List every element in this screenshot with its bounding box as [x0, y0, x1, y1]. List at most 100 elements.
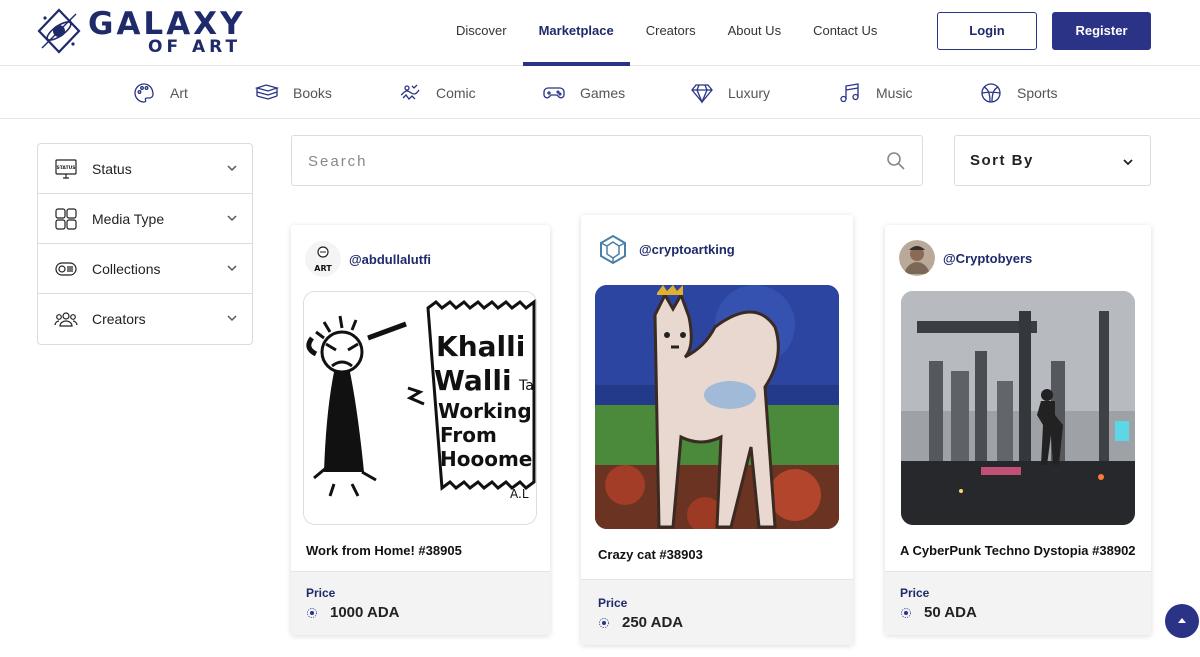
status-icon: STATUS — [55, 158, 77, 179]
cardano-icon — [599, 617, 609, 628]
creator-handle: @abdullalutfi — [349, 251, 432, 267]
category-games[interactable]: Games — [542, 67, 625, 119]
art-text-line: From — [440, 423, 497, 447]
svg-text:STATUS: STATUS — [56, 165, 75, 171]
art-text-line: Hooome — [440, 447, 532, 471]
creator-handle: @Cryptobyers — [943, 250, 1033, 266]
avatar — [899, 240, 935, 276]
login-button[interactable]: Login — [937, 12, 1037, 50]
card-creator[interactable]: ART @abdullalutfi — [305, 241, 431, 277]
search-box — [291, 135, 923, 186]
price-label: Price — [900, 586, 930, 600]
creator-handle: @cryptoartking — [639, 241, 735, 257]
avatar-art-label: ART — [314, 264, 332, 273]
filter-label: Status — [92, 160, 132, 177]
category-label: Art — [170, 85, 188, 101]
register-button[interactable]: Register — [1052, 12, 1151, 50]
gamepad-icon — [543, 87, 565, 99]
filter-status[interactable]: STATUS Status — [38, 144, 252, 194]
diamond-icon — [691, 84, 713, 104]
card-title[interactable]: Crazy cat #38903 — [598, 547, 703, 562]
top-header: GALAXY OF ART Discover Marketplace Creat… — [0, 0, 1200, 66]
card-creator[interactable]: @Cryptobyers — [899, 240, 1032, 276]
nft-card[interactable]: ART @abdullalutfi Khalli Walli Ta Workin… — [291, 225, 550, 635]
books-icon — [255, 84, 279, 100]
collection-icon — [55, 261, 77, 276]
scroll-to-top-button[interactable] — [1165, 604, 1199, 638]
art-text-line: Working — [438, 399, 532, 423]
filter-collections[interactable]: Collections — [38, 244, 252, 294]
card-creator[interactable]: @cryptoartking — [595, 231, 735, 267]
nft-image[interactable] — [595, 285, 839, 529]
price-amount: 50 ADA — [924, 604, 977, 621]
price-value: 1000 ADA — [306, 604, 399, 621]
category-label: Books — [293, 85, 332, 101]
price-value: 50 ADA — [900, 604, 977, 621]
category-bar: Art Books Comic Games Luxury Music Sport… — [0, 67, 1200, 119]
artwork-cyberpunk — [901, 291, 1135, 525]
brand-logo[interactable]: GALAXY OF ART — [36, 6, 256, 57]
filter-label: Media Type — [92, 210, 165, 227]
category-label: Luxury — [728, 85, 771, 101]
category-label: Sports — [1017, 85, 1058, 101]
search-input[interactable] — [308, 148, 868, 174]
cardano-icon — [901, 607, 911, 618]
chevron-down-icon[interactable] — [226, 162, 238, 174]
nft-card[interactable]: @cryptoartking Crazy cat #38903 Price 25… — [581, 215, 853, 645]
filter-media-type[interactable]: Media Type — [38, 194, 252, 244]
avatar — [595, 231, 631, 267]
art-text-line: Walli — [434, 364, 512, 397]
chevron-down-icon[interactable] — [226, 312, 238, 324]
category-label: Music — [876, 85, 913, 101]
nav-discover[interactable]: Discover — [440, 0, 523, 66]
nft-image[interactable] — [901, 291, 1135, 525]
card-title[interactable]: A CyberPunk Techno Dystopia #38902 — [900, 543, 1136, 558]
art-text-line: Khalli — [436, 330, 525, 363]
category-label: Comic — [436, 85, 476, 101]
galaxy-logo-icon — [37, 8, 81, 54]
price-label: Price — [598, 596, 628, 610]
nav-about-us[interactable]: About Us — [712, 0, 797, 66]
filter-label: Creators — [92, 311, 146, 327]
nft-image[interactable]: Khalli Walli Ta Working From Hooome A.L — [303, 291, 537, 525]
card-price-area: Price 250 ADA — [581, 579, 853, 645]
price-value: 250 ADA — [598, 614, 683, 631]
chevron-down-icon[interactable] — [226, 262, 238, 274]
category-comic[interactable]: Comic — [398, 67, 476, 119]
chevron-down-icon[interactable] — [226, 212, 238, 224]
artwork-doodle: Khalli Walli Ta Working From Hooome A.L — [304, 292, 536, 524]
grid-icon — [55, 207, 77, 230]
filter-sidebar: STATUS Status Media Type Collections Cre… — [37, 143, 253, 345]
card-price-area: Price 50 ADA — [885, 571, 1151, 635]
filter-label: Collections — [92, 260, 161, 277]
caret-up-icon — [1178, 618, 1186, 623]
art-text-line: Ta — [518, 378, 534, 394]
category-books[interactable]: Books — [255, 67, 332, 119]
nft-card[interactable]: @Cryptobyers A CyberPunk Techno Dystopia… — [885, 225, 1151, 635]
brand-subname: OF ART — [148, 37, 242, 57]
price-amount: 1000 ADA — [330, 604, 400, 621]
nav-creators[interactable]: Creators — [630, 0, 712, 66]
comic-icon — [400, 84, 420, 100]
card-price-area: Price 1000 ADA — [291, 571, 550, 635]
palette-icon — [134, 83, 154, 103]
search-icon[interactable] — [886, 151, 906, 171]
artwork-cat — [595, 285, 839, 529]
avatar: ART — [305, 241, 341, 277]
people-icon — [54, 312, 78, 327]
nav-marketplace[interactable]: Marketplace — [522, 0, 630, 66]
sort-dropdown[interactable]: Sort By — [954, 135, 1151, 186]
category-luxury[interactable]: Luxury — [690, 67, 770, 119]
card-title[interactable]: Work from Home! #38905 — [306, 543, 462, 558]
filter-creators[interactable]: Creators — [38, 294, 252, 344]
category-music[interactable]: Music — [838, 67, 913, 119]
price-amount: 250 ADA — [622, 614, 684, 631]
category-art[interactable]: Art — [132, 67, 188, 119]
category-sports[interactable]: Sports — [979, 67, 1057, 119]
category-label: Games — [580, 85, 626, 101]
main-nav: Discover Marketplace Creators About Us C… — [440, 0, 893, 66]
nav-contact-us[interactable]: Contact Us — [797, 0, 893, 66]
ball-icon — [981, 83, 1001, 103]
chevron-down-icon — [1123, 159, 1133, 166]
price-label: Price — [306, 586, 336, 600]
